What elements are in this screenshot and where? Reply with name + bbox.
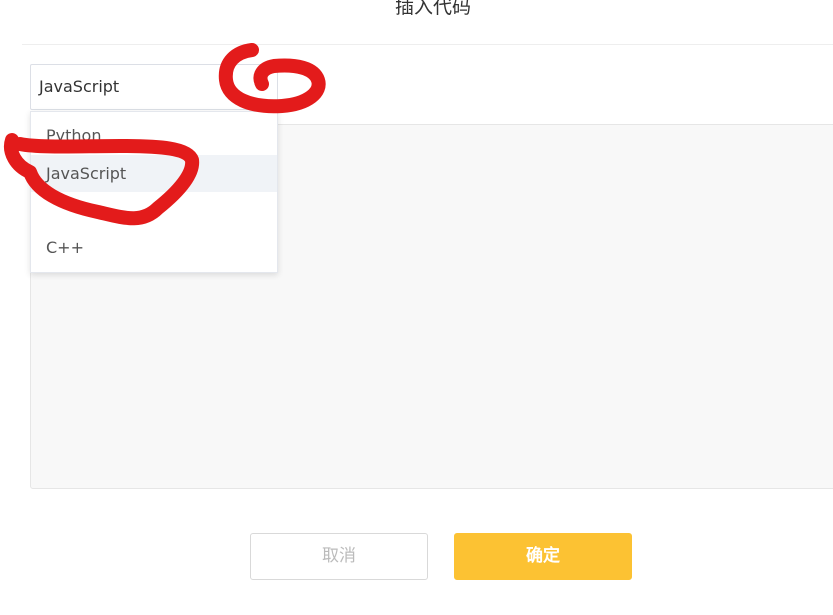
language-option-python[interactable]: Python <box>31 117 277 154</box>
language-select[interactable]: JavaScript <box>30 64 278 110</box>
confirm-button[interactable]: 确定 <box>454 533 632 580</box>
language-option-blank[interactable] <box>31 192 277 229</box>
language-option-cpp[interactable]: C++ <box>31 229 277 266</box>
insert-code-dialog: 插入代码 JavaScript Python JavaScript C++ 取消… <box>0 0 833 615</box>
language-select-value: JavaScript <box>39 77 120 96</box>
cancel-button[interactable]: 取消 <box>250 533 428 580</box>
language-dropdown-menu: Python JavaScript C++ <box>30 111 278 273</box>
title-divider <box>22 44 833 45</box>
dialog-title: 插入代码 <box>394 0 471 18</box>
chevron-down-icon[interactable] <box>258 85 268 90</box>
language-option-javascript[interactable]: JavaScript <box>31 155 277 192</box>
